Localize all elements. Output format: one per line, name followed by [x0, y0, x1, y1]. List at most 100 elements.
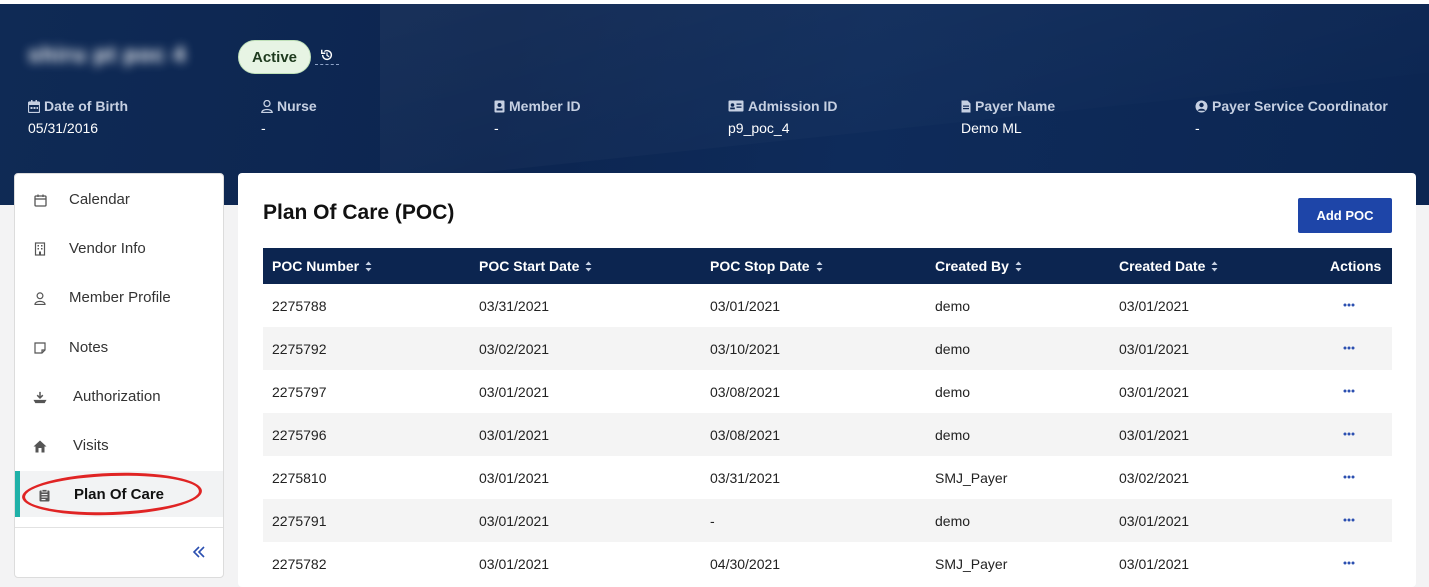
cell-created-date: 03/01/2021	[1119, 340, 1190, 357]
cell-poc-number[interactable]: 2275788	[272, 284, 327, 327]
info-value: -	[261, 120, 266, 136]
sidebar-item-label: Visits	[73, 436, 109, 454]
sidebar-item-label: Member Profile	[69, 288, 171, 306]
id-badge-icon	[494, 100, 505, 112]
sidebar-item-plan-of-care[interactable]: Plan Of Care	[15, 471, 223, 517]
cell-poc-number[interactable]: 2275796	[272, 413, 327, 456]
cell-created-date: 03/01/2021	[1119, 383, 1190, 400]
row-actions-button[interactable]	[1342, 427, 1356, 441]
top-strip	[0, 0, 1429, 4]
cell-stop-date: 03/31/2021	[710, 469, 781, 486]
info-label-text: Member ID	[509, 98, 581, 114]
sidebar-item-label: Authorization	[73, 387, 161, 405]
row-actions-button[interactable]	[1342, 298, 1356, 312]
info-value: p9_poc_4	[728, 120, 790, 136]
sidebar-item-calendar[interactable]: Calendar	[15, 176, 223, 222]
cell-poc-number[interactable]: 2275792	[272, 327, 327, 370]
info-member-id: Member ID -	[494, 98, 581, 136]
column-header-poc-start-date[interactable]: POC Start Date	[479, 248, 592, 284]
note-icon	[33, 341, 47, 355]
history-button[interactable]	[315, 45, 339, 65]
info-nurse: Nurse -	[261, 98, 317, 136]
row-actions-button[interactable]	[1342, 384, 1356, 398]
double-chevron-left-icon	[192, 546, 205, 558]
sidebar-item-authorization[interactable]: Authorization	[15, 373, 223, 419]
cell-poc-number[interactable]: 2275791	[272, 499, 327, 542]
cell-start-date: 03/01/2021	[479, 512, 550, 529]
sort-icon	[585, 261, 592, 271]
authorization-icon	[33, 390, 47, 404]
cell-created-date: 03/02/2021	[1119, 469, 1190, 486]
sort-icon	[365, 261, 372, 271]
row-actions-button[interactable]	[1342, 556, 1356, 570]
header-sheen	[380, 0, 1429, 184]
sort-icon	[1015, 261, 1022, 271]
cell-start-date: 03/01/2021	[479, 426, 550, 443]
table-row: 2275797 03/01/2021 03/08/2021 demo 03/01…	[263, 370, 1392, 413]
cell-start-date: 03/01/2021	[479, 469, 550, 486]
info-payer-name: Payer Name Demo ML	[961, 98, 1055, 136]
sidebar-item-label: Calendar	[69, 190, 130, 208]
more-horizontal-icon	[1343, 561, 1355, 565]
more-horizontal-icon	[1343, 346, 1355, 350]
sidebar-item-label: Plan Of Care	[74, 485, 165, 503]
table-row: 2275782 03/01/2021 04/30/2021 SMJ_Payer …	[263, 542, 1392, 585]
column-header-poc-number[interactable]: POC Number	[272, 248, 372, 284]
info-date-of-birth: Date of Birth 05/31/2016	[28, 98, 128, 136]
cell-created-by: demo	[935, 297, 971, 314]
cell-created-date: 03/01/2021	[1119, 555, 1190, 572]
sidebar: Calendar Vendor Info Member Profile Note…	[14, 173, 224, 578]
row-actions-button[interactable]	[1342, 470, 1356, 484]
info-label-text: Nurse	[277, 98, 317, 114]
cell-created-by: demo	[935, 512, 971, 529]
cell-start-date: 03/01/2021	[479, 383, 550, 400]
cell-created-date: 03/01/2021	[1119, 426, 1190, 443]
cell-start-date: 03/02/2021	[479, 340, 550, 357]
id-card-icon	[728, 100, 744, 112]
clipboard-icon	[37, 488, 51, 502]
row-actions-button[interactable]	[1342, 341, 1356, 355]
info-value: Demo ML	[961, 120, 1022, 136]
collapse-sidebar-button[interactable]	[191, 544, 207, 560]
user-icon	[33, 291, 47, 305]
table-header: POC Number POC Start Date POC Stop Date …	[263, 248, 1392, 284]
poc-panel: Plan Of Care (POC) Add POC POC Number PO…	[238, 173, 1416, 587]
active-indicator	[15, 471, 20, 517]
info-label-text: Payer Service Coordinator	[1212, 98, 1388, 114]
cell-stop-date: 03/08/2021	[710, 383, 781, 400]
sidebar-item-notes[interactable]: Notes	[15, 324, 223, 370]
more-horizontal-icon	[1343, 518, 1355, 522]
cell-poc-number[interactable]: 2275782	[272, 542, 327, 585]
table-row: 2275791 03/01/2021 - demo 03/01/2021	[263, 499, 1392, 542]
info-payer-service-coordinator: Payer Service Coordinator -	[1195, 98, 1388, 136]
sort-icon	[1211, 261, 1218, 271]
column-header-actions: Actions	[1330, 258, 1382, 274]
sidebar-item-label: Vendor Info	[69, 239, 146, 257]
cell-created-by: demo	[935, 340, 971, 357]
column-header-created-date[interactable]: Created Date	[1119, 248, 1218, 284]
sidebar-item-visits[interactable]: Visits	[15, 422, 223, 468]
cell-poc-number[interactable]: 2275810	[272, 456, 327, 499]
info-admission-id: Admission ID p9_poc_4	[728, 98, 837, 136]
cell-poc-number[interactable]: 2275797	[272, 370, 327, 413]
table-row: 2275796 03/01/2021 03/08/2021 demo 03/01…	[263, 413, 1392, 456]
column-header-created-by[interactable]: Created By	[935, 248, 1022, 284]
sidebar-item-member-profile[interactable]: Member Profile	[15, 274, 223, 320]
cell-start-date: 03/01/2021	[479, 555, 550, 572]
table-row: 2275792 03/02/2021 03/10/2021 demo 03/01…	[263, 327, 1392, 370]
more-horizontal-icon	[1343, 389, 1355, 393]
table-body: 2275788 03/31/2021 03/01/2021 demo 03/01…	[263, 284, 1392, 585]
cell-created-date: 03/01/2021	[1119, 297, 1190, 314]
column-header-poc-stop-date[interactable]: POC Stop Date	[710, 248, 823, 284]
add-poc-button[interactable]: Add POC	[1298, 198, 1392, 233]
cell-stop-date: 03/08/2021	[710, 426, 781, 443]
more-horizontal-icon	[1343, 432, 1355, 436]
row-actions-button[interactable]	[1342, 513, 1356, 527]
cell-stop-date: -	[710, 512, 715, 529]
info-label-text: Payer Name	[975, 98, 1056, 114]
more-horizontal-icon	[1343, 475, 1355, 479]
building-icon	[33, 242, 47, 256]
history-icon	[321, 49, 333, 60]
cell-created-by: SMJ_Payer	[935, 555, 1008, 572]
sidebar-item-vendor-info[interactable]: Vendor Info	[15, 225, 223, 271]
